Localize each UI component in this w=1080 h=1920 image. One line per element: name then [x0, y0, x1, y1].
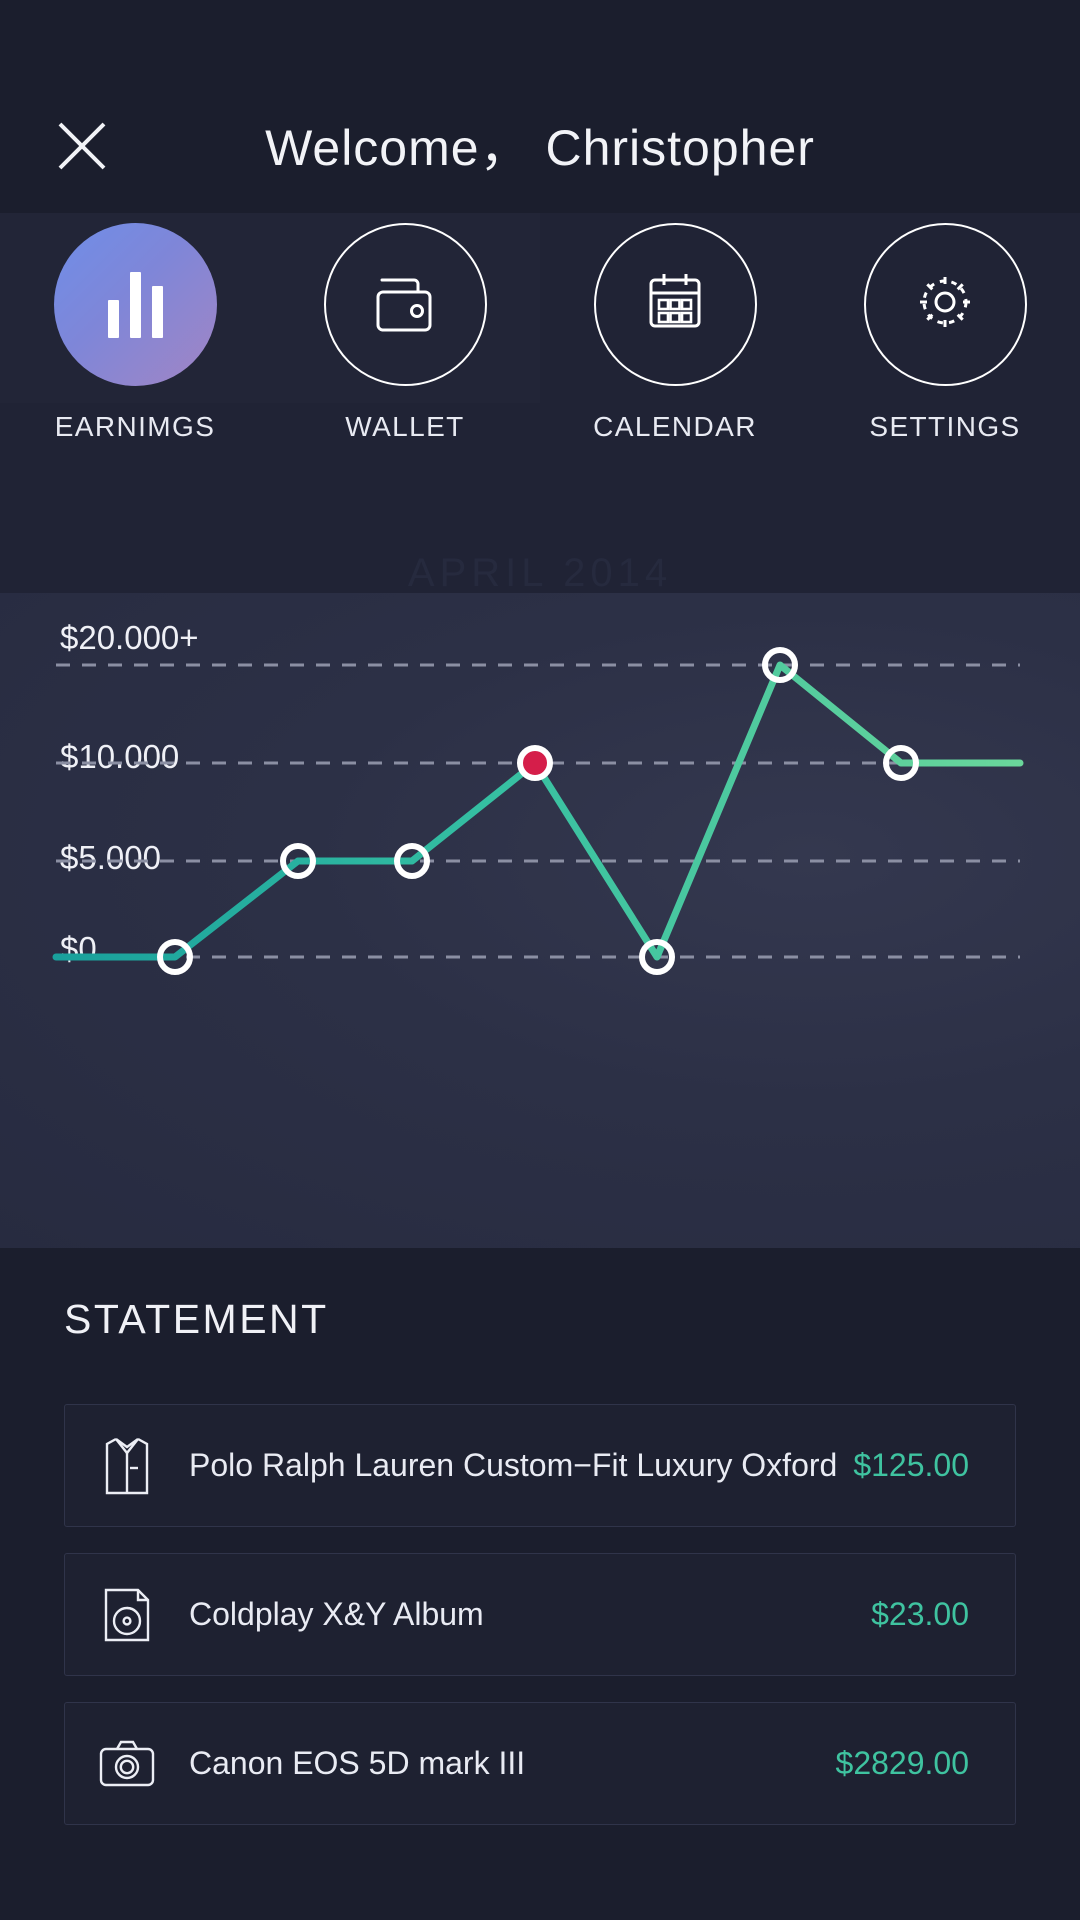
statement-item-name: Coldplay X&Y Album [189, 1596, 484, 1632]
chart-gridlines [56, 663, 1020, 959]
nav-item-calendar[interactable]: CALENDAR [540, 223, 810, 473]
list-item[interactable]: Coldplay X&Y Album $23.00 [64, 1553, 1016, 1676]
nav-circle-wallet[interactable] [323, 223, 487, 386]
list-item[interactable]: Polo Ralph Lauren Custom−Fit Luxury Oxfo… [64, 1404, 1016, 1527]
nav-item-earnings[interactable]: EARNIMGS [0, 223, 270, 473]
chart-plot [52, 647, 1024, 975]
earnings-chart: $20.000+ $10.000 $5.000 $0 [0, 593, 1080, 1248]
nav-label-calendar: CALENDAR [593, 411, 757, 442]
statement-item-amount: $23.00 [871, 1596, 969, 1632]
month-watermark: APRIL 2014 [407, 551, 673, 595]
chart-markers [157, 647, 919, 975]
nav-label-settings: SETTINGS [869, 411, 1021, 442]
nav-row: EARNIMGS WALLET CALENDAR SETTINGS [0, 223, 1080, 473]
statement-item-amount: $125.00 [853, 1447, 969, 1483]
app-header: Welcome， Christopher [0, 0, 1080, 213]
list-item[interactable]: Canon EOS 5D mark III $2829.00 [64, 1702, 1016, 1825]
bar-chart-icon [107, 271, 163, 338]
wallet-icon [368, 266, 442, 343]
nav-band: APRIL 2014 EARNIMGS WALLET CALENDAR SETT… [0, 213, 1080, 806]
nav-label-wallet: WALLET [345, 411, 465, 442]
album-icon [65, 1585, 189, 1645]
nav-label-earnings: EARNIMGS [54, 411, 216, 442]
nav-circle-settings[interactable] [863, 223, 1027, 386]
statement-list: Polo Ralph Lauren Custom−Fit Luxury Oxfo… [64, 1404, 1016, 1851]
nav-circle-calendar[interactable] [593, 223, 757, 386]
statement-title: STATEMENT [64, 1296, 329, 1342]
statement-section: STATEMENT Polo Ralph Lauren Custom−Fit L… [0, 1248, 1080, 1920]
nav-item-wallet[interactable]: WALLET [270, 223, 540, 473]
camera-icon [65, 1738, 189, 1790]
calendar-icon [639, 266, 711, 343]
page-title: Welcome， Christopher [265, 120, 815, 176]
nav-item-settings[interactable]: SETTINGS [810, 223, 1080, 473]
shirt-icon [65, 1434, 189, 1498]
gear-icon [909, 266, 981, 343]
chart-point-13-highlight [517, 745, 553, 781]
chart-line-earnings [52, 661, 1024, 961]
statement-item-amount: $2829.00 [835, 1745, 969, 1781]
statement-item-name: Polo Ralph Lauren Custom−Fit Luxury Oxfo… [189, 1447, 838, 1483]
nav-circle-earnings[interactable] [53, 223, 217, 386]
statement-item-name: Canon EOS 5D mark III [189, 1745, 526, 1781]
